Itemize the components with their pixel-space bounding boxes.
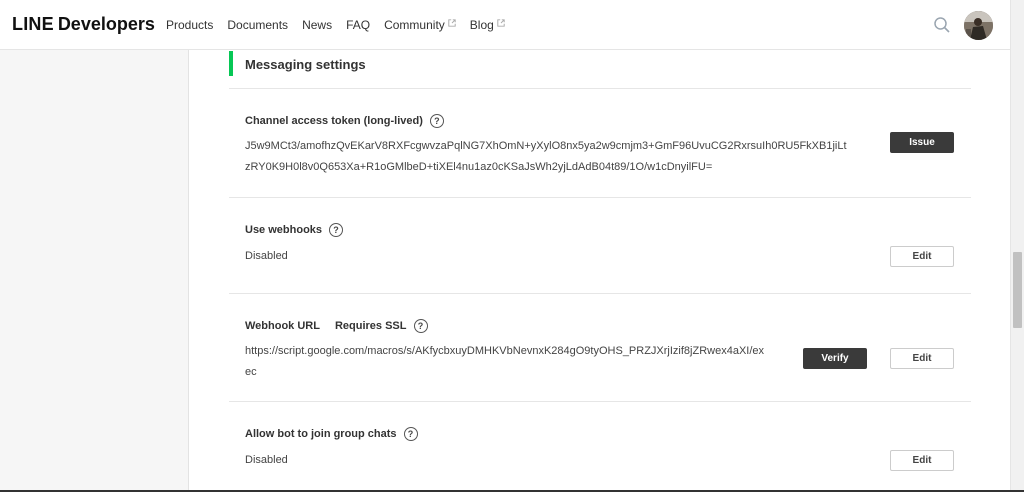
help-icon[interactable]: ?: [413, 319, 428, 333]
nav-label: Products: [166, 18, 214, 32]
group-chats-edit-button[interactable]: Edit: [890, 450, 954, 471]
help-icon[interactable]: ?: [329, 223, 344, 237]
webhook-url-label: Webhook URL: [245, 320, 320, 332]
brand-line: LINE: [12, 14, 54, 34]
brand-developers: Developers: [57, 14, 155, 34]
token-value-line: J5w9MCt3/amofhzQvEKarV8RXFcgwvzaPqlNG7Xh…: [245, 140, 847, 152]
webhook-url-edit-button[interactable]: Edit: [890, 348, 954, 369]
webhook-url-line: https://script.google.com/macros/s/AKfyc…: [245, 345, 765, 357]
scrollbar-thumb[interactable]: [1013, 252, 1022, 328]
nav-label: Documents: [227, 18, 289, 32]
group-chats-label: Allow bot to join group chats: [245, 428, 397, 440]
webhook-url-line: ec: [245, 366, 257, 378]
user-avatar[interactable]: [964, 11, 993, 40]
nav-label: News: [302, 18, 333, 32]
nav-products[interactable]: Products: [166, 18, 213, 32]
webhook-url-value: https://script.google.com/macros/s/AKfyc…: [245, 341, 764, 383]
sidebar-background: [0, 50, 189, 492]
nav-blog[interactable]: Blog: [470, 18, 505, 32]
nav-community[interactable]: Community: [384, 18, 456, 32]
section-accent-bar: [229, 51, 233, 76]
help-icon[interactable]: ?: [429, 114, 444, 128]
divider: [229, 197, 971, 198]
token-label: Channel access token (long-lived): [245, 115, 423, 127]
divider: [229, 401, 971, 402]
group-chats-label-row: Allow bot to join group chats ?: [245, 427, 418, 441]
page-scrollbar[interactable]: [1010, 0, 1024, 492]
main-nav: Products Documents News FAQ Community Bl…: [166, 18, 519, 32]
webhooks-label-row: Use webhooks ?: [245, 223, 344, 237]
line-developers-logo[interactable]: LINE Developers: [12, 14, 155, 35]
help-icon[interactable]: ?: [403, 427, 418, 441]
nav-documents[interactable]: Documents: [227, 18, 288, 32]
top-header: LINE Developers Products Documents News F…: [0, 0, 1010, 50]
group-chats-value: Disabled: [245, 454, 288, 466]
avatar-image: [964, 11, 993, 40]
requires-ssl-label: Requires SSL: [334, 320, 407, 332]
search-icon[interactable]: [933, 16, 951, 34]
nav-news[interactable]: News: [302, 18, 332, 32]
external-link-icon: [448, 19, 456, 27]
nav-label: Blog: [469, 18, 494, 32]
issue-button[interactable]: Issue: [890, 132, 954, 153]
section-title: Messaging settings: [245, 57, 366, 72]
token-label-row: Channel access token (long-lived) ?: [245, 114, 444, 128]
divider: [229, 88, 971, 89]
external-link-icon: [497, 19, 505, 27]
nav-faq[interactable]: FAQ: [346, 18, 370, 32]
nav-label: Community: [384, 18, 445, 32]
nav-label: FAQ: [346, 18, 371, 32]
webhooks-edit-button[interactable]: Edit: [890, 246, 954, 267]
webhooks-value: Disabled: [245, 250, 288, 262]
webhook-url-label-row: Webhook URL Requires SSL ?: [245, 319, 428, 333]
webhooks-label: Use webhooks: [245, 224, 323, 236]
token-value: J5w9MCt3/amofhzQvEKarV8RXFcgwvzaPqlNG7Xh…: [245, 136, 847, 178]
verify-button[interactable]: Verify: [803, 348, 867, 369]
divider: [229, 293, 971, 294]
token-value-line: zRY0K9H0l8v0Q653Xa+R1oGMlbeD+tiXEl4nu1az…: [245, 161, 713, 173]
